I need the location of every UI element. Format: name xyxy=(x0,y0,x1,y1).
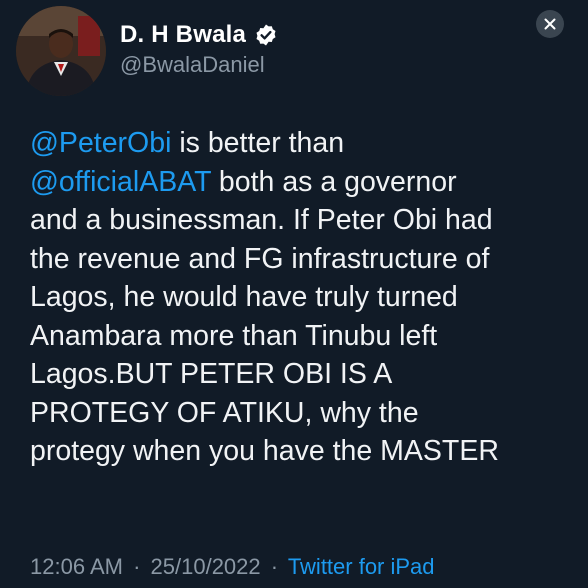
tweet-text-segment: Lagos, he would have truly turned xyxy=(30,281,458,313)
meta-separator: · xyxy=(133,554,141,579)
mention-link[interactable]: @officialABAT xyxy=(30,166,211,198)
tweet-time[interactable]: 12:06 AM xyxy=(30,554,123,579)
mention-link[interactable]: @PeterObi xyxy=(30,127,171,159)
author-display-name[interactable]: D. H Bwala xyxy=(120,21,246,49)
tweet-card: D. H Bwala @BwalaDaniel @PeterObi is bet… xyxy=(0,0,588,588)
tweet-text-line: protegy when you have the MASTER xyxy=(30,432,580,471)
meta-separator: · xyxy=(270,554,279,579)
tweet-text-segment: PROTEGY OF ATIKU, why the xyxy=(30,396,419,429)
tweet-text-line: Lagos.BUT PETER OBI IS A xyxy=(30,355,580,394)
tweet-text-segment: both as a governor xyxy=(211,165,457,198)
tweet-date[interactable]: 25/10/2022 xyxy=(151,554,261,579)
avatar[interactable] xyxy=(16,6,106,96)
tweet-text-segment: is better than xyxy=(171,127,345,159)
tweet-text-line: PROTEGY OF ATIKU, why the xyxy=(30,394,580,433)
tweet-text-line: @officialABAT both as a governor xyxy=(30,163,580,202)
close-icon xyxy=(544,18,556,30)
tweet-text-line: Lagos, he would have truly turned xyxy=(30,278,580,317)
tweet-text-segment: and a businessman. If Peter Obi had xyxy=(30,204,493,236)
tweet-text-segment: protegy when you have the MASTER xyxy=(30,435,499,467)
tweet-text-segment: the revenue and FG infrastructure of xyxy=(30,242,490,275)
close-button[interactable] xyxy=(536,10,564,38)
author-name-row: D. H Bwala xyxy=(120,20,278,50)
tweet-text: @PeterObi is better than @officialABAT bo… xyxy=(30,124,580,471)
tweet-text-line: the revenue and FG infrastructure of xyxy=(30,240,580,279)
tweet-text-segment: Lagos.BUT PETER OBI IS A xyxy=(30,358,393,390)
tweet-text-segment: Anambara more than Tinubu left xyxy=(30,319,438,352)
author-handle[interactable]: @BwalaDaniel xyxy=(120,52,265,78)
verified-icon xyxy=(256,24,276,46)
avatar-image xyxy=(16,6,106,96)
tweet-text-line: Anambara more than Tinubu left xyxy=(30,317,580,356)
tweet-meta: 12:06 AM · 25/10/2022 · Twitter for iPad xyxy=(30,554,435,580)
tweet-text-line: and a businessman. If Peter Obi had xyxy=(30,201,580,240)
tweet-text-line: @PeterObi is better than xyxy=(30,124,580,163)
tweet-source-link[interactable]: Twitter for iPad xyxy=(288,554,435,579)
